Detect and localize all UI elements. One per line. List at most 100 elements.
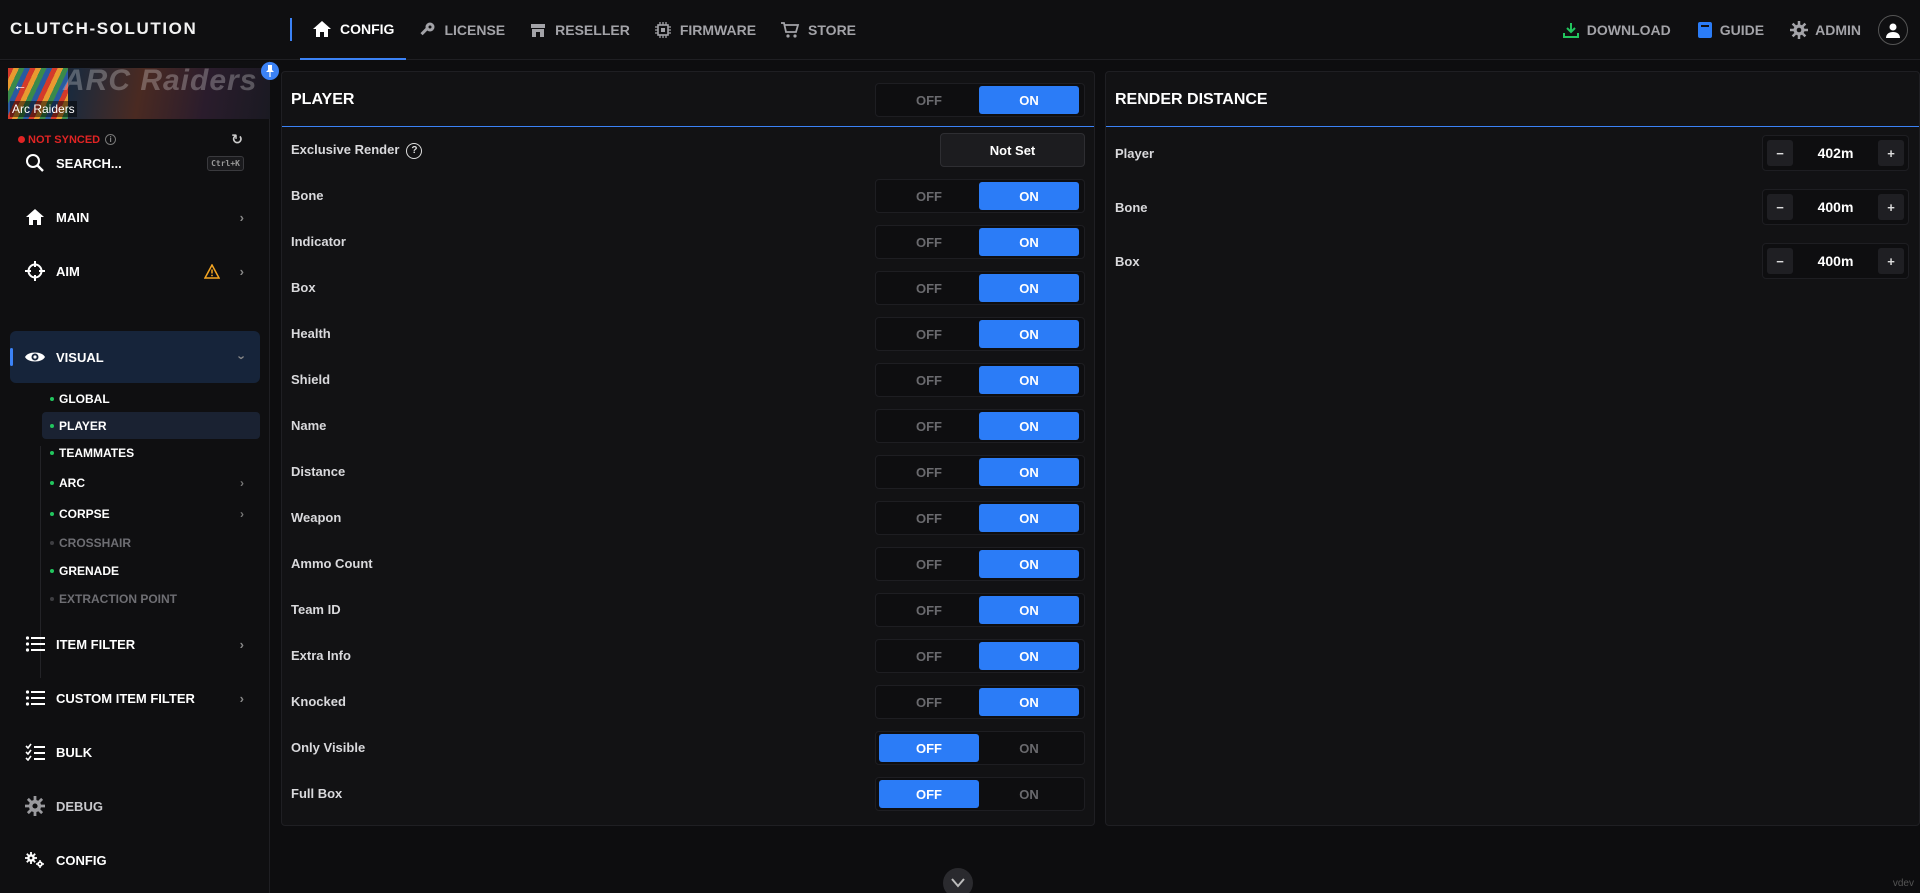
weapon-toggle[interactable]: OFF ON <box>875 501 1085 535</box>
player-master-toggle[interactable]: OFF ON <box>875 83 1085 117</box>
search-icon <box>24 153 46 173</box>
toggle-off-option[interactable]: OFF <box>879 734 979 762</box>
toggle-on-option[interactable]: ON <box>979 780 1079 808</box>
toggle-on-option[interactable]: ON <box>979 688 1079 716</box>
shield-toggle[interactable]: OFF ON <box>875 363 1085 397</box>
increment-button[interactable]: + <box>1878 140 1904 166</box>
toggle-off-option[interactable]: OFF <box>879 550 979 578</box>
box-toggle[interactable]: OFF ON <box>875 271 1085 305</box>
toggle-on-option[interactable]: ON <box>979 412 1079 440</box>
search-shortcut: Ctrl+K <box>207 155 244 171</box>
nav-config[interactable]: CONFIG <box>300 0 407 60</box>
sidebar-item-config[interactable]: CONFIG <box>10 834 260 886</box>
team-id-toggle[interactable]: OFF ON <box>875 593 1085 627</box>
toggle-off-option[interactable]: OFF <box>879 688 979 716</box>
submenu-item-arc[interactable]: ARC › <box>42 469 260 496</box>
toggle-on-option[interactable]: ON <box>979 596 1079 624</box>
toggle-off-option[interactable]: OFF <box>879 642 979 670</box>
toggle-on-option[interactable]: ON <box>979 458 1079 486</box>
toggle-off-option[interactable]: OFF <box>879 320 979 348</box>
sidebar-item-bulk[interactable]: BULK <box>10 726 260 778</box>
toggle-on-option[interactable]: ON <box>979 182 1079 210</box>
toggle-on-option[interactable]: ON <box>979 228 1079 256</box>
submenu-item-grenade[interactable]: GRENADE <box>42 557 260 584</box>
bone-toggle[interactable]: OFF ON <box>875 179 1085 213</box>
toggle-on-option[interactable]: ON <box>979 550 1079 578</box>
search-button[interactable]: SEARCH... Ctrl+K <box>10 137 260 189</box>
toggle-off-option[interactable]: OFF <box>879 86 979 114</box>
toggle-off-option[interactable]: OFF <box>879 504 979 532</box>
decrement-button[interactable]: − <box>1767 140 1793 166</box>
toggle-on-option[interactable]: ON <box>979 320 1079 348</box>
submenu-item-player[interactable]: PLAYER <box>42 412 260 439</box>
sidebar-item-visual[interactable]: VISUAL › <box>10 331 260 383</box>
toggle-on-option[interactable]: ON <box>979 366 1079 394</box>
full-box-toggle[interactable]: OFF ON <box>875 777 1085 811</box>
nav-store[interactable]: STORE <box>768 0 868 60</box>
top-divider <box>290 18 292 41</box>
toggle-off-option[interactable]: OFF <box>879 274 979 302</box>
nav-license[interactable]: LICENSE <box>406 0 517 60</box>
toggle-off-option[interactable]: OFF <box>879 458 979 486</box>
user-avatar[interactable] <box>1878 15 1908 45</box>
ammo-count-toggle[interactable]: OFF ON <box>875 547 1085 581</box>
chevron-right-icon: › <box>239 690 244 706</box>
increment-button[interactable]: + <box>1878 194 1904 220</box>
warning-icon <box>204 263 220 279</box>
sidebar-item-debug[interactable]: DEBUG <box>10 780 260 832</box>
submenu-item-teammates[interactable]: TEAMMATES <box>42 439 260 466</box>
toggle-on-option[interactable]: ON <box>979 642 1079 670</box>
toggle-off-option[interactable]: OFF <box>879 366 979 394</box>
brand-title: CLUTCH-SOLUTION <box>10 19 198 38</box>
toggle-off-option[interactable]: OFF <box>879 228 979 256</box>
name-toggle[interactable]: OFF ON <box>875 409 1085 443</box>
only-visible-toggle[interactable]: OFF ON <box>875 731 1085 765</box>
distance-value[interactable]: 400m <box>1818 199 1854 215</box>
toggle-off-option[interactable]: OFF <box>879 182 979 210</box>
submenu-item-extraction-point[interactable]: EXTRACTION POINT <box>42 585 260 612</box>
increment-button[interactable]: + <box>1878 248 1904 274</box>
chevron-right-icon: › <box>240 506 244 521</box>
sidebar-item-item-filter[interactable]: ITEM FILTER › <box>10 618 260 670</box>
decrement-button[interactable]: − <box>1767 248 1793 274</box>
distance-value[interactable]: 402m <box>1818 145 1854 161</box>
guide-link[interactable]: GUIDE <box>1684 21 1777 39</box>
enabled-dot <box>50 450 54 455</box>
decrement-button[interactable]: − <box>1767 194 1793 220</box>
indicator-toggle[interactable]: OFF ON <box>875 225 1085 259</box>
toggle-on-option[interactable]: ON <box>979 274 1079 302</box>
sidebar-item-main[interactable]: MAIN › <box>10 191 260 243</box>
nav-reseller[interactable]: RESELLER <box>517 0 642 60</box>
back-arrow-icon[interactable]: ← <box>13 77 27 93</box>
sidebar-item-custom-item-filter[interactable]: CUSTOM ITEM FILTER › <box>10 672 260 724</box>
game-banner[interactable]: ARC Raiders ← Arc Raiders <box>8 68 270 119</box>
distance-toggle[interactable]: OFF ON <box>875 455 1085 489</box>
exclusive-render-select[interactable]: Not Set <box>940 133 1085 167</box>
toggle-on-option[interactable]: ON <box>979 734 1079 762</box>
help-icon[interactable]: ? <box>406 142 423 159</box>
health-toggle[interactable]: OFF ON <box>875 317 1085 351</box>
sidebar-item-aim[interactable]: AIM › <box>10 245 260 297</box>
player-option-row: Extra Info OFF ON <box>282 633 1096 679</box>
toggle-off-option[interactable]: OFF <box>879 780 979 808</box>
toggle-on-option[interactable]: ON <box>979 504 1079 532</box>
submenu-item-global[interactable]: GLOBAL <box>42 385 260 412</box>
toggle-off-option[interactable]: OFF <box>879 596 979 624</box>
toggle-off-option[interactable]: OFF <box>879 412 979 440</box>
sidebar: ARC Raiders ← Arc Raiders NOT SYNCED i ↻… <box>0 61 270 893</box>
pin-icon[interactable] <box>261 62 279 80</box>
submenu-item-crosshair[interactable]: CROSSHAIR <box>42 529 260 556</box>
submenu-item-corpse[interactable]: CORPSE › <box>42 500 260 527</box>
submenu-label: TEAMMATES <box>59 445 135 460</box>
top-bar: CLUTCH-SOLUTION CONFIG LICENSE RESELLER … <box>0 0 1920 60</box>
download-link[interactable]: DOWNLOAD <box>1549 21 1684 39</box>
knocked-toggle[interactable]: OFF ON <box>875 685 1085 719</box>
extra-info-toggle[interactable]: OFF ON <box>875 639 1085 673</box>
toggle-on-option[interactable]: ON <box>979 86 1079 114</box>
scroll-down-button[interactable] <box>943 868 973 893</box>
player-panel-title: PLAYER <box>291 91 355 108</box>
distance-value[interactable]: 400m <box>1818 253 1854 269</box>
watermark: vdev <box>1892 878 1914 889</box>
admin-link[interactable]: ADMIN <box>1777 21 1874 39</box>
nav-firmware[interactable]: FIRMWARE <box>642 0 768 60</box>
